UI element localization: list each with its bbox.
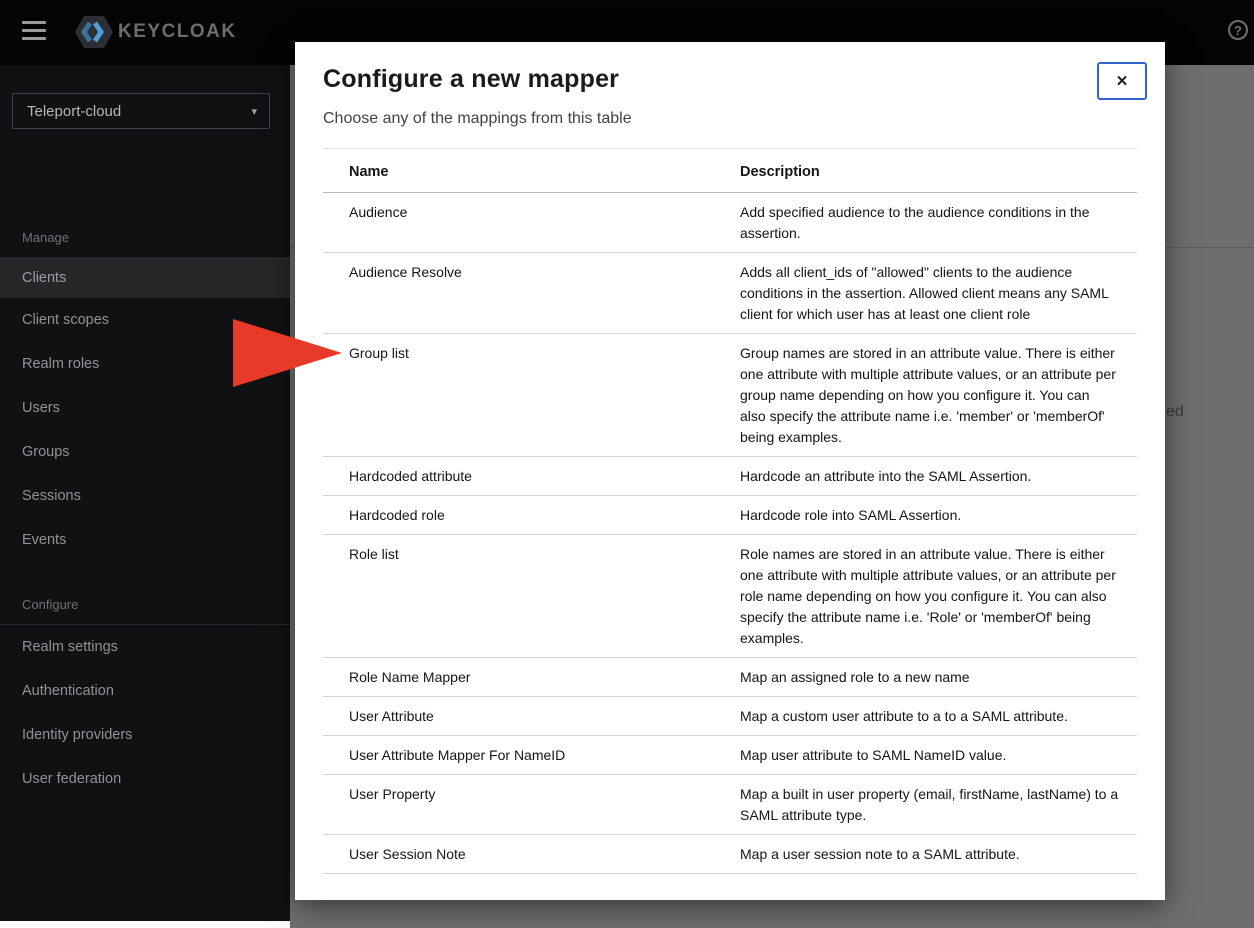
mapper-name: Role Name Mapper bbox=[323, 657, 714, 697]
mapper-row-group-list[interactable]: Group list Group names are stored in an a… bbox=[323, 333, 1137, 457]
mapper-name: Role list bbox=[323, 534, 714, 658]
sidebar-section-configure: Configure bbox=[22, 597, 79, 612]
keycloak-logo: KEYCLOAK bbox=[74, 14, 237, 50]
mapper-row-user-attribute-mapper-for-nameid[interactable]: User Attribute Mapper For NameID Map user… bbox=[323, 735, 1137, 775]
mapper-row-role-list[interactable]: Role list Role names are stored in an att… bbox=[323, 534, 1137, 658]
red-arrow-annotation bbox=[233, 319, 342, 387]
sidebar: Teleport-cloud ▾ Manage Clients Client sco… bbox=[0, 65, 290, 921]
mapper-description: Add specified audience to the audience c… bbox=[714, 192, 1137, 253]
mapper-row-user-attribute[interactable]: User Attribute Map a custom user attribut… bbox=[323, 696, 1137, 736]
mapper-row-hardcoded-role[interactable]: Hardcoded role Hardcode role into SAML As… bbox=[323, 495, 1137, 535]
keycloak-logo-icon bbox=[75, 16, 113, 48]
realm-selector[interactable]: Teleport-cloud ▾ bbox=[12, 93, 270, 129]
mapper-name: Audience Resolve bbox=[323, 252, 714, 334]
sidebar-item-sessions[interactable]: Sessions bbox=[0, 474, 290, 518]
mapper-description: Adds all client_ids of "allowed" clients… bbox=[714, 252, 1137, 334]
sidebar-item-users[interactable]: Users bbox=[0, 386, 290, 430]
mapper-description: Map a user session note to a SAML attrib… bbox=[714, 834, 1137, 874]
viewport-bottom-strip bbox=[0, 921, 290, 928]
mapper-description: Map a built in user property (email, fir… bbox=[714, 774, 1137, 835]
mapper-name: User Session Note bbox=[323, 834, 714, 874]
modal-subtitle: Choose any of the mappings from this tab… bbox=[323, 110, 632, 127]
sidebar-item-identity-providers[interactable]: Identity providers bbox=[0, 713, 290, 757]
sidebar-section-manage: Manage bbox=[22, 230, 69, 245]
mapper-description: Group names are stored in an attribute v… bbox=[714, 333, 1137, 457]
sidebar-nav: Manage Clients Client scopes Realm roles Use… bbox=[0, 183, 290, 801]
mapper-description: Map user attribute to SAML NameID value. bbox=[714, 735, 1137, 775]
sidebar-item-user-federation[interactable]: User federation bbox=[0, 757, 290, 801]
background-text-fragment: ed bbox=[1166, 403, 1184, 420]
mapper-row-audience-resolve[interactable]: Audience Resolve Adds all client_ids of "… bbox=[323, 252, 1137, 334]
column-header-description: Description bbox=[714, 149, 1137, 193]
mapper-name: User Attribute Mapper For NameID bbox=[323, 735, 714, 775]
mapper-row-hardcoded-attribute[interactable]: Hardcoded attribute Hardcode an attribute… bbox=[323, 456, 1137, 496]
mapper-row-user-session-note[interactable]: User Session Note Map a user session note… bbox=[323, 834, 1137, 874]
help-icon[interactable]: ? bbox=[1228, 20, 1248, 40]
sidebar-item-groups[interactable]: Groups bbox=[0, 430, 290, 474]
sidebar-item-authentication[interactable]: Authentication bbox=[0, 669, 290, 713]
mapper-name: User Property bbox=[323, 774, 714, 835]
mapper-description: Hardcode role into SAML Assertion. bbox=[714, 495, 1137, 535]
mapper-row-user-property[interactable]: User Property Map a built in user propert… bbox=[323, 774, 1137, 835]
mapper-name: Audience bbox=[323, 192, 714, 253]
mapper-name: User Attribute bbox=[323, 696, 714, 736]
mapper-name: Group list bbox=[323, 333, 714, 457]
modal-title: Configure a new mapper bbox=[323, 65, 620, 93]
mapper-description: Role names are stored in an attribute va… bbox=[714, 534, 1137, 658]
sidebar-item-clients[interactable]: Clients bbox=[0, 258, 290, 298]
chevron-down-icon: ▾ bbox=[251, 105, 257, 118]
column-header-name: Name bbox=[323, 149, 714, 193]
mapper-row-audience[interactable]: Audience Add specified audience to the au… bbox=[323, 192, 1137, 253]
mapper-name: Hardcoded attribute bbox=[323, 456, 714, 496]
close-icon[interactable]: ✕ bbox=[1097, 62, 1147, 100]
sidebar-item-events[interactable]: Events bbox=[0, 518, 290, 562]
mapper-description: Map an assigned role to a new name bbox=[714, 657, 1137, 697]
mapper-row-role-name-mapper[interactable]: Role Name Mapper Map an assigned role to … bbox=[323, 657, 1137, 697]
mapper-table: Name Description Audience Add specified a… bbox=[323, 149, 1137, 874]
configure-mapper-modal: ✕ Configure a new mapper Choose any of t… bbox=[295, 42, 1165, 900]
mapper-description: Hardcode an attribute into the SAML Asse… bbox=[714, 456, 1137, 496]
logo-text: KEYCLOAK bbox=[118, 21, 237, 42]
realm-selector-value: Teleport-cloud bbox=[27, 102, 122, 120]
mapper-name: Hardcoded role bbox=[323, 495, 714, 535]
hamburger-menu-icon[interactable] bbox=[22, 21, 46, 42]
mapper-description: Map a custom user attribute to a to a SA… bbox=[714, 696, 1137, 736]
sidebar-item-realm-settings[interactable]: Realm settings bbox=[0, 625, 290, 669]
